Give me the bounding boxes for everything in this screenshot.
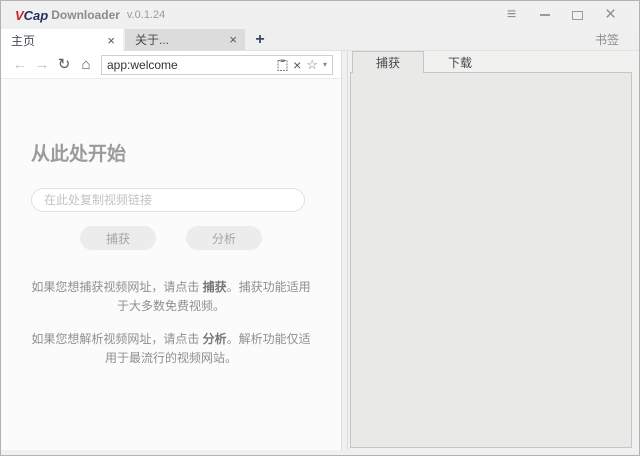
bookmarks-button[interactable]: 书签 bbox=[595, 29, 639, 50]
app-name: Downloader bbox=[51, 8, 120, 22]
analyze-help-bold: 分析 bbox=[203, 332, 227, 346]
maximize-icon bbox=[572, 11, 583, 20]
side-panel-tabs: 捕获 下载 bbox=[350, 51, 632, 73]
app-window: VCap Downloader v.0.1.24 ≡ × 主页 × 关于... … bbox=[0, 0, 640, 456]
titlebar: VCap Downloader v.0.1.24 ≡ × bbox=[1, 1, 639, 29]
brand-cap: Cap bbox=[24, 8, 49, 23]
tab-home-label: 主页 bbox=[11, 32, 101, 49]
page-title: 从此处开始 bbox=[31, 139, 311, 166]
video-link-input[interactable] bbox=[31, 188, 305, 212]
close-window-button[interactable]: × bbox=[594, 4, 627, 26]
address-dropdown-icon[interactable]: ▾ bbox=[323, 61, 327, 69]
stop-icon[interactable]: × bbox=[293, 58, 301, 72]
app-version: v.0.1.24 bbox=[127, 9, 165, 21]
tabbar-spacer bbox=[275, 29, 595, 50]
brand-v: V bbox=[15, 8, 24, 23]
tab-capture[interactable]: 捕获 bbox=[352, 51, 424, 73]
maximize-button[interactable] bbox=[561, 4, 594, 26]
capture-button[interactable]: 捕获 bbox=[80, 226, 156, 250]
app-body: ← → ↻ ⌂ × ☆ ▾ bbox=[1, 51, 639, 450]
menu-icon[interactable]: ≡ bbox=[495, 4, 528, 26]
tab-about-label: 关于... bbox=[135, 31, 223, 48]
action-buttons: 捕获 分析 bbox=[31, 226, 311, 250]
app-logo: VCap bbox=[15, 8, 48, 23]
back-icon[interactable]: ← bbox=[9, 57, 31, 72]
address-input[interactable] bbox=[107, 58, 272, 72]
minimize-button[interactable] bbox=[528, 4, 561, 26]
capture-help-text: 如果您想捕获视频网址，请点击 捕获。捕获功能适用于大多数免费视频。 bbox=[31, 278, 311, 316]
tab-about[interactable]: 关于... × bbox=[125, 29, 245, 50]
tab-about-close-icon[interactable]: × bbox=[229, 33, 237, 46]
address-bar[interactable]: × ☆ ▾ bbox=[101, 55, 333, 75]
bookmark-star-icon[interactable]: ☆ bbox=[306, 58, 318, 71]
browser-tabbar: 主页 × 关于... × + 书签 bbox=[1, 29, 639, 51]
minimize-icon bbox=[540, 14, 550, 16]
welcome-page: 从此处开始 捕获 分析 如果您想捕获视频网址，请点击 捕获。捕获功能适用于大多数… bbox=[1, 79, 341, 450]
clipboard-icon[interactable] bbox=[277, 59, 288, 71]
analyze-help-text: 如果您想解析视频网址，请点击 分析。解析功能仅适用于最流行的视频网站。 bbox=[31, 330, 311, 368]
analyze-button[interactable]: 分析 bbox=[186, 226, 262, 250]
refresh-icon[interactable]: ↻ bbox=[53, 57, 75, 72]
capture-list-panel bbox=[350, 72, 632, 448]
new-tab-button[interactable]: + bbox=[245, 29, 275, 50]
tab-home[interactable]: 主页 × bbox=[1, 29, 123, 51]
window-controls: ≡ × bbox=[495, 4, 627, 26]
home-icon[interactable]: ⌂ bbox=[75, 57, 97, 72]
forward-icon[interactable]: → bbox=[31, 57, 53, 72]
browser-pane: ← → ↻ ⌂ × ☆ ▾ bbox=[1, 51, 342, 450]
side-panel: 捕获 下载 bbox=[348, 51, 639, 450]
tab-download[interactable]: 下载 bbox=[424, 51, 496, 73]
navigation-bar: ← → ↻ ⌂ × ☆ ▾ bbox=[1, 51, 341, 79]
capture-help-pre: 如果您想捕获视频网址，请点击 bbox=[31, 280, 202, 294]
analyze-help-pre: 如果您想解析视频网址，请点击 bbox=[31, 332, 202, 346]
capture-help-bold: 捕获 bbox=[203, 280, 227, 294]
tab-home-close-icon[interactable]: × bbox=[107, 34, 115, 47]
